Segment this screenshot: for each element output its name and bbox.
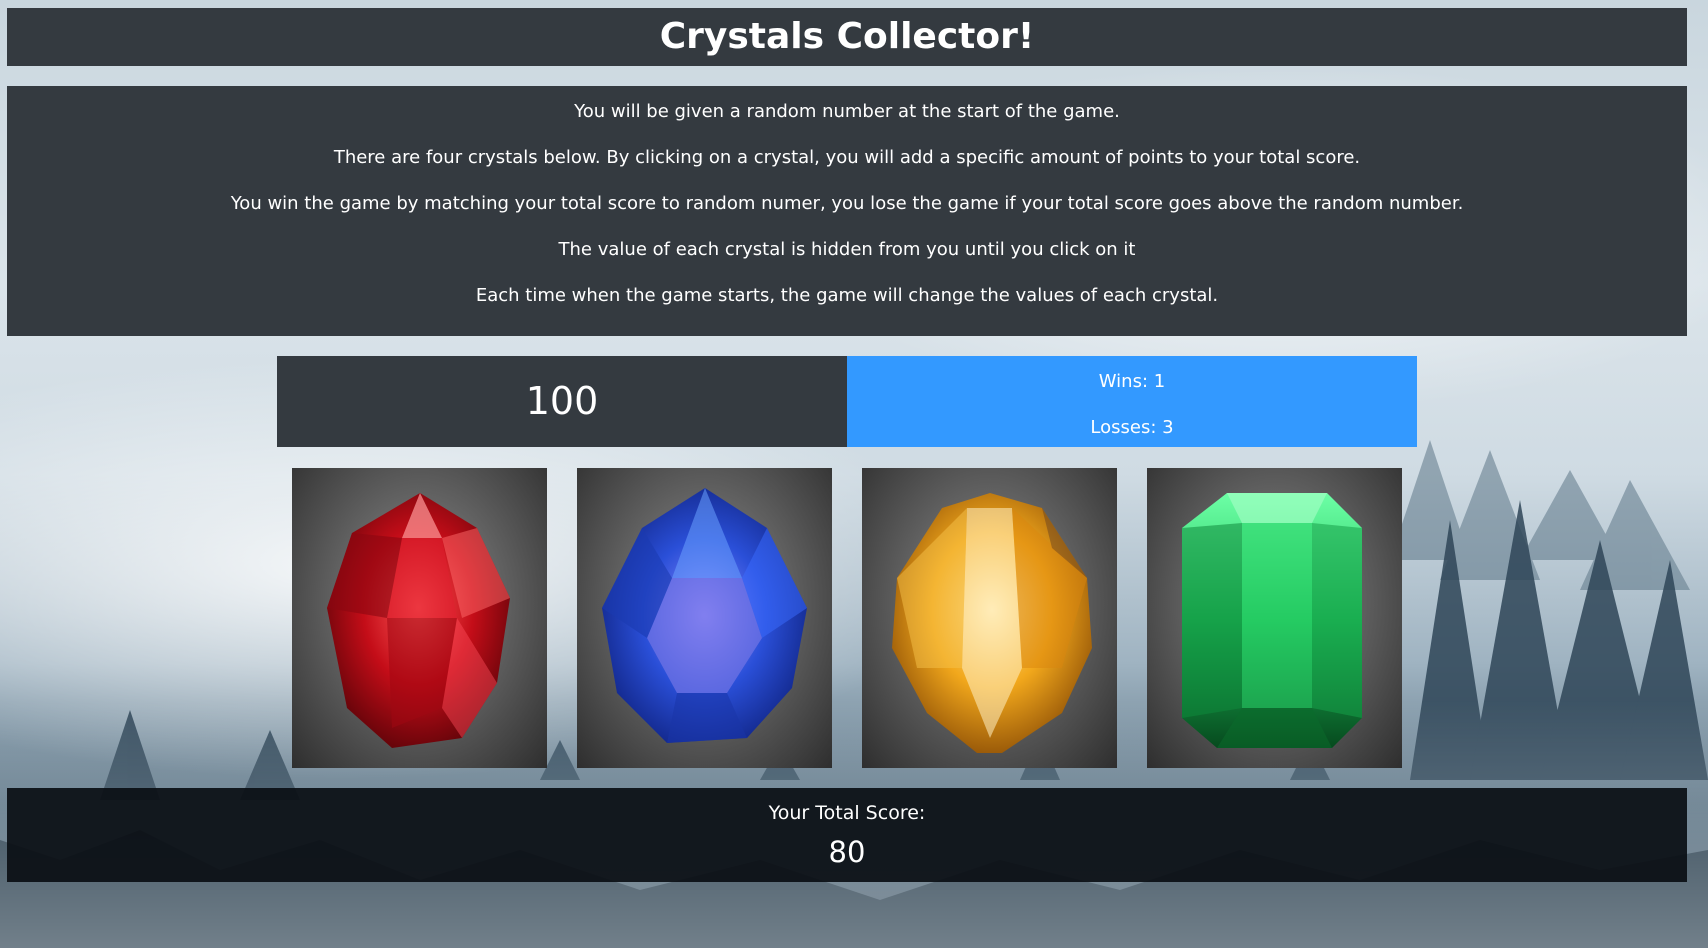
page-title: Crystals Collector!	[659, 16, 1035, 57]
instruction-line: You will be given a random number at the…	[574, 101, 1120, 122]
yellow-crystal-icon	[892, 493, 1092, 753]
instruction-line: There are four crystals below. By clicki…	[333, 147, 1361, 168]
losses-count: Losses: 3	[1090, 417, 1174, 438]
yellow-crystal-button[interactable]	[862, 468, 1117, 768]
green-crystal-button[interactable]	[1147, 468, 1402, 768]
instruction-line: You win the game by matching your total …	[230, 193, 1464, 214]
instructions-panel: You will be given a random number at the…	[7, 86, 1687, 336]
blue-crystal-icon	[602, 488, 807, 743]
instruction-line: Each time when the game starts, the game…	[475, 285, 1219, 306]
random-number-box: 100	[277, 356, 847, 447]
total-score-label: Your Total Score:	[768, 802, 926, 824]
score-bar: Your Total Score: 80	[7, 788, 1687, 882]
record-box: Wins: 1 Losses: 3	[847, 356, 1417, 447]
total-score-value: 80	[828, 835, 866, 869]
blue-crystal-button[interactable]	[577, 468, 832, 768]
random-number: 100	[525, 379, 599, 423]
wins-count: Wins: 1	[1098, 371, 1166, 392]
green-crystal-icon	[1182, 493, 1362, 748]
red-crystal-icon	[327, 493, 510, 748]
title-bar: Crystals Collector!	[7, 8, 1687, 66]
red-crystal-button[interactable]	[292, 468, 547, 768]
instruction-line: The value of each crystal is hidden from…	[558, 239, 1136, 260]
